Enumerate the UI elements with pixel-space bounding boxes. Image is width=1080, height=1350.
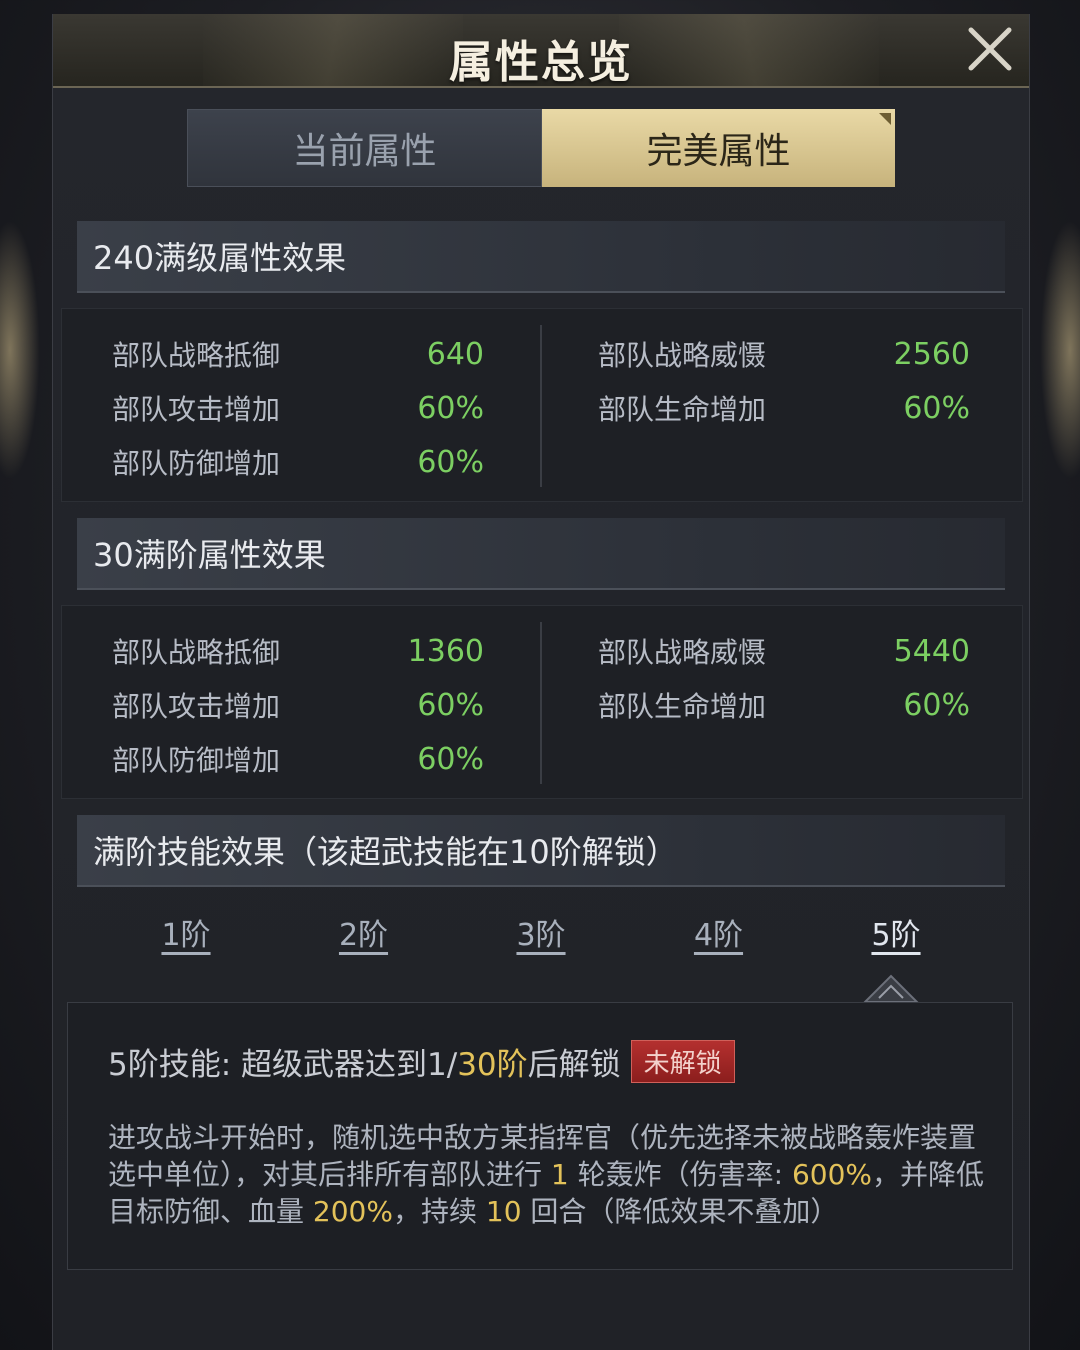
stat-value: 1360 <box>407 633 484 669</box>
stat-label: 部队战略抵御 <box>112 339 281 372</box>
tier-tabs: 1阶 2阶 3阶 4阶 5阶 <box>141 910 941 970</box>
stat-label: 部队防御增加 <box>112 447 281 480</box>
stat-label: 部队生命增加 <box>598 690 767 723</box>
stat-value: 60% <box>903 687 970 723</box>
stat-row: 部队战略抵御 640 <box>112 327 484 381</box>
stat-label: 部队防御增加 <box>112 744 281 777</box>
stat-value: 2560 <box>893 336 970 372</box>
desc-text: 回合（降低效果不叠加） <box>521 1195 839 1228</box>
stat-row: 部队防御增加 60% <box>112 732 484 786</box>
stat-row: 部队生命增加 60% <box>598 381 970 435</box>
title-bar: 属性总览 <box>53 14 1029 88</box>
stat-label: 部队攻击增加 <box>112 690 281 723</box>
background-glow-right <box>1040 220 1080 480</box>
stat-row: 部队攻击增加 60% <box>112 678 484 732</box>
stat-label: 部队攻击增加 <box>112 393 281 426</box>
skill-unlock-line: 5阶技能: 超级武器达到1/30阶 后解锁 未解锁 <box>108 1039 735 1084</box>
desc-text: 轮轰炸（伤害率: <box>568 1158 792 1191</box>
stat-label: 部队生命增加 <box>598 393 767 426</box>
stat-label: 部队战略抵御 <box>112 636 281 669</box>
stat-value: 60% <box>417 390 484 426</box>
skill-unlock-tier: 30阶 <box>457 1047 528 1083</box>
desc-highlight: 10 <box>485 1195 522 1228</box>
close-icon <box>968 27 1012 71</box>
window-title: 属性总览 <box>449 37 633 88</box>
stat-value: 60% <box>903 390 970 426</box>
skill-unlock-prefix: 5阶技能: 超级武器达到1/ <box>108 1047 458 1083</box>
stat-label: 部队战略威慑 <box>598 636 767 669</box>
stat-value: 60% <box>417 741 484 777</box>
skill-description: 进攻战斗开始时，随机选中敌方某指挥官（优先选择未被战略轰炸装置选中单位），对其后… <box>108 1119 988 1230</box>
stat-row: 部队生命增加 60% <box>598 678 970 732</box>
column-divider <box>540 622 542 784</box>
skill-detail-box: 5阶技能: 超级武器达到1/30阶 后解锁 未解锁 进攻战斗开始时，随机选中敌方某… <box>67 1002 1013 1270</box>
skill-unlock-suffix: 后解锁 <box>527 1047 621 1083</box>
stats-column-right: 部队战略威慑 5440 部队生命增加 60% <box>598 624 970 732</box>
stats-box-max-tier: 部队战略抵御 1360 部队攻击增加 60% 部队防御增加 60% 部队战略威慑… <box>61 605 1023 799</box>
stat-row: 部队攻击增加 60% <box>112 381 484 435</box>
tab-perfect-attributes[interactable]: 完美属性 <box>542 109 895 187</box>
stat-label: 部队战略威慑 <box>598 339 767 372</box>
desc-highlight: 1 <box>550 1158 569 1191</box>
desc-text: ，持续 <box>392 1195 486 1228</box>
stat-value: 60% <box>417 687 484 723</box>
stat-row: 部队防御增加 60% <box>112 435 484 489</box>
stats-column-right: 部队战略威慑 2560 部队生命增加 60% <box>598 327 970 435</box>
stat-row: 部队战略抵御 1360 <box>112 624 484 678</box>
attribute-tabs: 当前属性 完美属性 <box>187 109 895 187</box>
triangle-pointer-icon <box>863 974 919 1003</box>
column-divider <box>540 325 542 487</box>
tier-tab-3[interactable]: 3阶 <box>496 910 586 970</box>
tier-tab-5[interactable]: 5阶 <box>851 910 941 970</box>
desc-highlight: 200% <box>312 1195 393 1228</box>
desc-highlight: 600% <box>791 1158 873 1191</box>
attribute-overview-panel: 属性总览 当前属性 完美属性 240满级属性效果 部队战略抵御 640 部队攻击… <box>52 14 1030 1350</box>
tab-current-attributes[interactable]: 当前属性 <box>187 109 542 187</box>
stats-column-left: 部队战略抵御 640 部队攻击增加 60% 部队防御增加 60% <box>112 327 484 489</box>
tier-tab-2[interactable]: 2阶 <box>319 910 409 970</box>
stat-value: 5440 <box>893 633 970 669</box>
stat-row: 部队战略威慑 5440 <box>598 624 970 678</box>
stat-value: 640 <box>426 336 484 372</box>
stats-column-left: 部队战略抵御 1360 部队攻击增加 60% 部队防御增加 60% <box>112 624 484 786</box>
section-header-skill: 满阶技能效果（该超武技能在10阶解锁） <box>77 815 1005 887</box>
stat-value: 60% <box>417 444 484 480</box>
locked-badge: 未解锁 <box>630 1040 735 1083</box>
section-header-max-tier: 30满阶属性效果 <box>77 518 1005 590</box>
tier-tab-1[interactable]: 1阶 <box>141 910 231 970</box>
stat-row: 部队战略威慑 2560 <box>598 327 970 381</box>
background-glow-left <box>0 220 40 480</box>
stats-box-max-level: 部队战略抵御 640 部队攻击增加 60% 部队防御增加 60% 部队战略威慑 … <box>61 308 1023 502</box>
tier-tab-4[interactable]: 4阶 <box>674 910 764 970</box>
section-header-max-level: 240满级属性效果 <box>77 221 1005 293</box>
close-button[interactable] <box>965 26 1015 72</box>
